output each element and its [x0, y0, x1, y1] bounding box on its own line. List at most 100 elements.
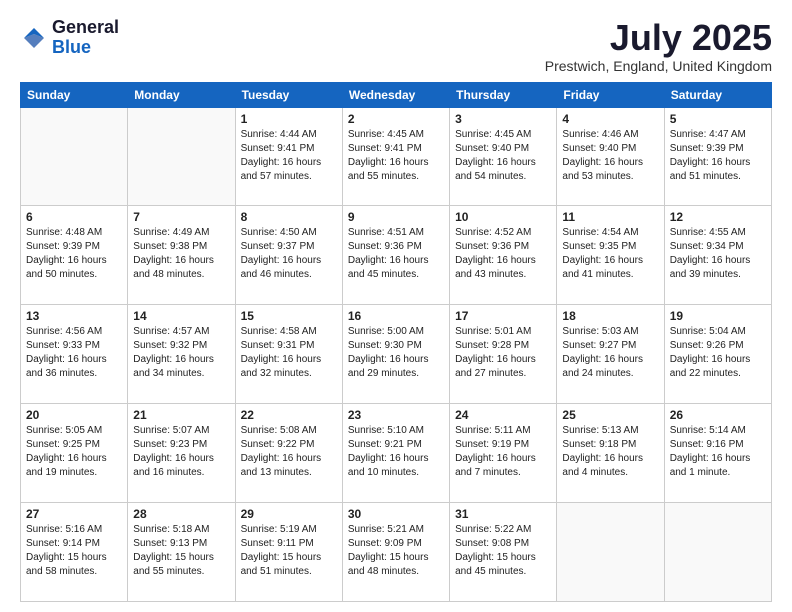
week-row-5: 27 Sunrise: 5:16 AM Sunset: 9:14 PM Dayli… — [21, 503, 772, 602]
day-cell: 5 Sunrise: 4:47 AM Sunset: 9:39 PM Daylig… — [664, 107, 771, 206]
day-cell: 1Sunrise: 4:44 AM Sunset: 9:41 PM Daylig… — [235, 107, 342, 206]
day-info: Sunrise: 4:58 AM Sunset: 9:31 PM Dayligh… — [241, 325, 337, 381]
day-cell: 7 Sunrise: 4:49 AM Sunset: 9:38 PM Daylig… — [128, 206, 235, 305]
day-info: Sunrise: 4:45 AM Sunset: 9:40 PM Dayligh… — [455, 128, 551, 184]
day-cell: 27 Sunrise: 5:16 AM Sunset: 9:14 PM Dayli… — [21, 503, 128, 602]
logo-text: General Blue — [52, 18, 119, 58]
weekday-header-sunday: Sunday — [21, 82, 128, 107]
day-cell — [557, 503, 664, 602]
day-cell: 22 Sunrise: 5:08 AM Sunset: 9:22 PM Dayli… — [235, 404, 342, 503]
day-number: 7 — [133, 210, 229, 224]
day-number: 18 — [562, 309, 658, 323]
weekday-header-monday: Monday — [128, 82, 235, 107]
day-cell: 13 Sunrise: 4:56 AM Sunset: 9:33 PM Dayli… — [21, 305, 128, 404]
day-info: Sunrise: 4:48 AM Sunset: 9:39 PM Dayligh… — [26, 226, 122, 282]
week-row-3: 13 Sunrise: 4:56 AM Sunset: 9:33 PM Dayli… — [21, 305, 772, 404]
day-number: 28 — [133, 507, 229, 521]
logo-icon — [20, 24, 48, 52]
day-info: Sunrise: 5:05 AM Sunset: 9:25 PM Dayligh… — [26, 424, 122, 480]
day-info: Sunrise: 5:19 AM Sunset: 9:11 PM Dayligh… — [241, 523, 337, 579]
day-info: Sunrise: 4:55 AM Sunset: 9:34 PM Dayligh… — [670, 226, 766, 282]
day-cell: 9 Sunrise: 4:51 AM Sunset: 9:36 PM Daylig… — [342, 206, 449, 305]
logo-blue: Blue — [52, 38, 119, 58]
weekday-header-tuesday: Tuesday — [235, 82, 342, 107]
day-info: Sunrise: 4:52 AM Sunset: 9:36 PM Dayligh… — [455, 226, 551, 282]
day-info: Sunrise: 4:57 AM Sunset: 9:32 PM Dayligh… — [133, 325, 229, 381]
weekday-header-row: SundayMondayTuesdayWednesdayThursdayFrid… — [21, 82, 772, 107]
day-number: 29 — [241, 507, 337, 521]
day-number: 10 — [455, 210, 551, 224]
day-cell: 8 Sunrise: 4:50 AM Sunset: 9:37 PM Daylig… — [235, 206, 342, 305]
title-section: July 2025 Prestwich, England, United Kin… — [545, 18, 772, 74]
day-info: Sunrise: 5:07 AM Sunset: 9:23 PM Dayligh… — [133, 424, 229, 480]
day-info: Sunrise: 4:49 AM Sunset: 9:38 PM Dayligh… — [133, 226, 229, 282]
day-cell: 24 Sunrise: 5:11 AM Sunset: 9:19 PM Dayli… — [450, 404, 557, 503]
day-number: 26 — [670, 408, 766, 422]
day-number: 5 — [670, 112, 766, 126]
day-cell: 19 Sunrise: 5:04 AM Sunset: 9:26 PM Dayli… — [664, 305, 771, 404]
page: General Blue July 2025 Prestwich, Englan… — [0, 0, 792, 612]
day-number: 27 — [26, 507, 122, 521]
day-info: Sunrise: 4:47 AM Sunset: 9:39 PM Dayligh… — [670, 128, 766, 184]
day-info: Sunrise: 5:08 AM Sunset: 9:22 PM Dayligh… — [241, 424, 337, 480]
day-info: Sunrise: 5:13 AM Sunset: 9:18 PM Dayligh… — [562, 424, 658, 480]
day-info: Sunrise: 5:14 AM Sunset: 9:16 PM Dayligh… — [670, 424, 766, 480]
day-info: Sunrise: 4:54 AM Sunset: 9:35 PM Dayligh… — [562, 226, 658, 282]
day-cell: 30Sunrise: 5:21 AM Sunset: 9:09 PM Dayli… — [342, 503, 449, 602]
day-info: Sunrise: 4:45 AM Sunset: 9:41 PM Dayligh… — [348, 128, 444, 184]
day-number: 14 — [133, 309, 229, 323]
day-info: Sunrise: 4:50 AM Sunset: 9:37 PM Dayligh… — [241, 226, 337, 282]
location: Prestwich, England, United Kingdom — [545, 58, 772, 74]
day-number: 16 — [348, 309, 444, 323]
day-number: 3 — [455, 112, 551, 126]
logo-general: General — [52, 18, 119, 38]
day-number: 17 — [455, 309, 551, 323]
day-info: Sunrise: 5:01 AM Sunset: 9:28 PM Dayligh… — [455, 325, 551, 381]
day-cell: 16 Sunrise: 5:00 AM Sunset: 9:30 PM Dayli… — [342, 305, 449, 404]
day-cell: 26 Sunrise: 5:14 AM Sunset: 9:16 PM Dayli… — [664, 404, 771, 503]
day-number: 21 — [133, 408, 229, 422]
day-number: 8 — [241, 210, 337, 224]
day-number: 12 — [670, 210, 766, 224]
day-number: 25 — [562, 408, 658, 422]
day-cell: 14 Sunrise: 4:57 AM Sunset: 9:32 PM Dayli… — [128, 305, 235, 404]
weekday-header-thursday: Thursday — [450, 82, 557, 107]
week-row-1: 1Sunrise: 4:44 AM Sunset: 9:41 PM Daylig… — [21, 107, 772, 206]
day-number: 6 — [26, 210, 122, 224]
day-info: Sunrise: 5:18 AM Sunset: 9:13 PM Dayligh… — [133, 523, 229, 579]
day-cell: 2Sunrise: 4:45 AM Sunset: 9:41 PM Daylig… — [342, 107, 449, 206]
day-number: 19 — [670, 309, 766, 323]
day-cell: 21 Sunrise: 5:07 AM Sunset: 9:23 PM Dayli… — [128, 404, 235, 503]
day-cell: 18 Sunrise: 5:03 AM Sunset: 9:27 PM Dayli… — [557, 305, 664, 404]
day-info: Sunrise: 5:04 AM Sunset: 9:26 PM Dayligh… — [670, 325, 766, 381]
day-cell: 11 Sunrise: 4:54 AM Sunset: 9:35 PM Dayli… — [557, 206, 664, 305]
day-number: 24 — [455, 408, 551, 422]
day-info: Sunrise: 5:16 AM Sunset: 9:14 PM Dayligh… — [26, 523, 122, 579]
day-cell: 20 Sunrise: 5:05 AM Sunset: 9:25 PM Dayli… — [21, 404, 128, 503]
day-cell: 3 Sunrise: 4:45 AM Sunset: 9:40 PM Daylig… — [450, 107, 557, 206]
week-row-4: 20 Sunrise: 5:05 AM Sunset: 9:25 PM Dayli… — [21, 404, 772, 503]
day-cell: 4Sunrise: 4:46 AM Sunset: 9:40 PM Daylig… — [557, 107, 664, 206]
day-cell: 31Sunrise: 5:22 AM Sunset: 9:08 PM Dayli… — [450, 503, 557, 602]
day-number: 31 — [455, 507, 551, 521]
day-cell: 29 Sunrise: 5:19 AM Sunset: 9:11 PM Dayli… — [235, 503, 342, 602]
day-number: 15 — [241, 309, 337, 323]
day-number: 13 — [26, 309, 122, 323]
day-cell: 23Sunrise: 5:10 AM Sunset: 9:21 PM Dayli… — [342, 404, 449, 503]
weekday-header-wednesday: Wednesday — [342, 82, 449, 107]
day-number: 9 — [348, 210, 444, 224]
day-info: Sunrise: 5:11 AM Sunset: 9:19 PM Dayligh… — [455, 424, 551, 480]
day-info: Sunrise: 4:51 AM Sunset: 9:36 PM Dayligh… — [348, 226, 444, 282]
logo: General Blue — [20, 18, 119, 58]
day-info: Sunrise: 4:56 AM Sunset: 9:33 PM Dayligh… — [26, 325, 122, 381]
day-number: 11 — [562, 210, 658, 224]
day-number: 22 — [241, 408, 337, 422]
week-row-2: 6 Sunrise: 4:48 AM Sunset: 9:39 PM Daylig… — [21, 206, 772, 305]
day-info: Sunrise: 5:10 AM Sunset: 9:21 PM Dayligh… — [348, 424, 444, 480]
day-cell: 15 Sunrise: 4:58 AM Sunset: 9:31 PM Dayli… — [235, 305, 342, 404]
day-info: Sunrise: 5:03 AM Sunset: 9:27 PM Dayligh… — [562, 325, 658, 381]
day-info: Sunrise: 5:00 AM Sunset: 9:30 PM Dayligh… — [348, 325, 444, 381]
day-number: 20 — [26, 408, 122, 422]
day-number: 30 — [348, 507, 444, 521]
calendar-table: SundayMondayTuesdayWednesdayThursdayFrid… — [20, 82, 772, 602]
